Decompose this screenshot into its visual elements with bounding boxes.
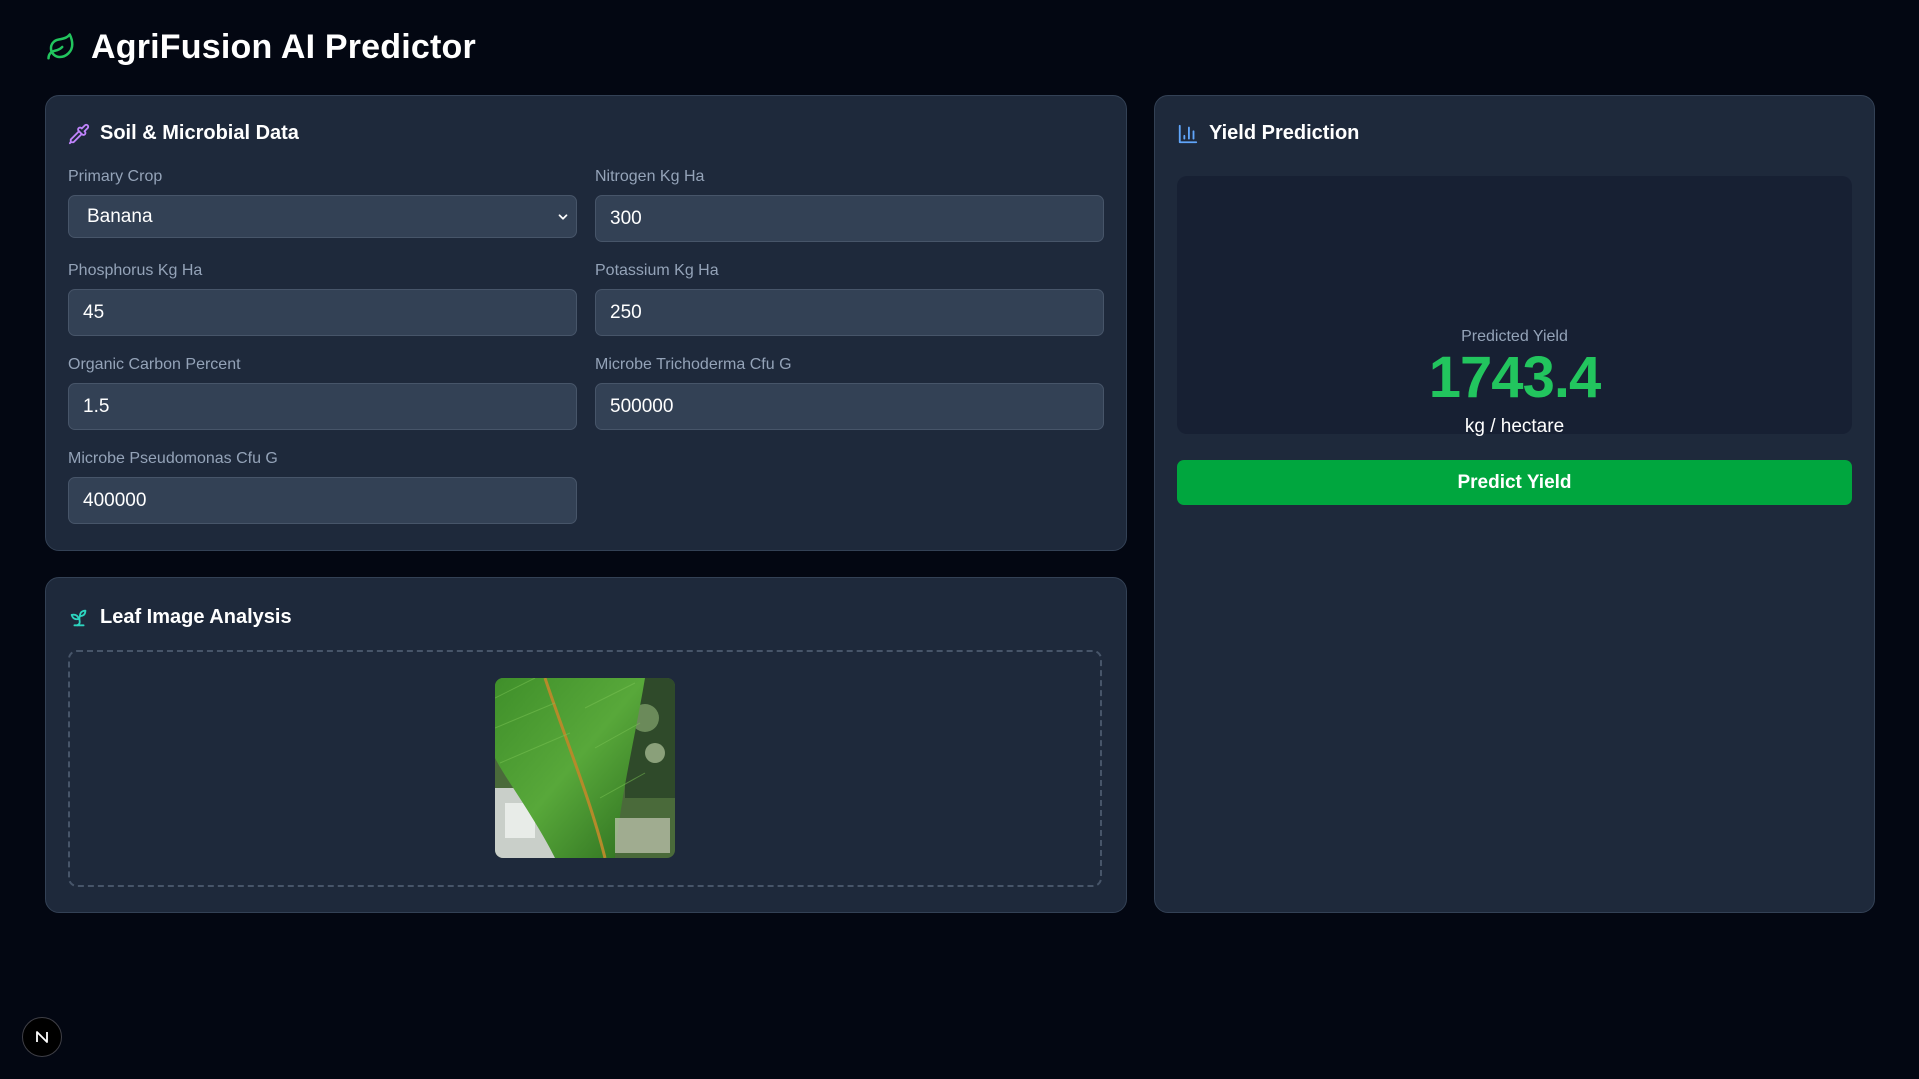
organic-carbon-input[interactable]: 1.5 [68,383,577,430]
organic-carbon-label: Organic Carbon Percent [68,356,241,373]
potassium-field: Potassium Kg Ha 250 [595,262,1104,336]
organic-carbon-field: Organic Carbon Percent 1.5 [68,356,577,430]
primary-crop-select[interactable]: Banana [68,195,577,238]
potassium-input[interactable]: 250 [595,289,1104,336]
pseudomonas-input[interactable]: 400000 [68,477,577,524]
leaf-analysis-card: Leaf Image Analysis [45,577,1127,913]
pipette-icon [68,123,90,145]
soil-card-header: Soil & Microbial Data [68,122,299,145]
yield-result-panel: Predicted Yield 1743.4 kg / hectare [1177,176,1852,437]
app-root: AgriFusion AI Predictor Soil & Microbial… [0,0,1919,1079]
pseudomonas-field: Microbe Pseudomonas Cfu G 400000 [68,450,577,524]
yield-card-title: Yield Prediction [1209,122,1360,144]
potassium-label: Potassium Kg Ha [595,262,719,279]
nitrogen-label: Nitrogen Kg Ha [595,168,705,185]
primary-crop-field: Primary Crop Banana [68,168,577,238]
primary-crop-label: Primary Crop [68,168,163,185]
trichoderma-label: Microbe Trichoderma Cfu G [595,356,792,373]
soil-data-card: Soil & Microbial Data Primary Crop Banan… [45,95,1127,551]
predicted-yield-caption: Predicted Yield [1461,328,1568,345]
predict-yield-button[interactable]: Predict Yield [1177,460,1852,505]
primary-crop-value: Banana [87,205,153,227]
soil-card-title: Soil & Microbial Data [100,122,299,144]
next-logo-icon [36,1031,48,1043]
nitrogen-field: Nitrogen Kg Ha 300 [595,168,1104,242]
leaf-icon [45,31,77,63]
leaf-image-preview [495,678,675,858]
yield-prediction-card: Yield Prediction Predicted Yield 1743.4 … [1154,95,1875,913]
sprout-icon [68,607,90,629]
leaf-card-title: Leaf Image Analysis [100,606,292,628]
trichoderma-input[interactable]: 500000 [595,383,1104,430]
predicted-yield-value: 1743.4 [1428,345,1601,410]
phosphorus-input[interactable]: 45 [68,289,577,336]
app-title: AgriFusion AI Predictor [91,27,476,66]
chevron-down-icon [556,210,570,224]
phosphorus-field: Phosphorus Kg Ha 45 [68,262,577,336]
image-dropzone[interactable] [68,650,1102,887]
predicted-yield-unit: kg / hectare [1464,416,1565,437]
next-dev-badge[interactable] [22,1017,62,1057]
bar-chart-icon [1177,123,1199,145]
nitrogen-input[interactable]: 300 [595,195,1104,242]
app-header: AgriFusion AI Predictor [45,22,476,72]
leaf-card-header: Leaf Image Analysis [68,606,292,629]
yield-card-header: Yield Prediction [1177,122,1359,145]
phosphorus-label: Phosphorus Kg Ha [68,262,203,279]
pseudomonas-label: Microbe Pseudomonas Cfu G [68,450,278,467]
trichoderma-field: Microbe Trichoderma Cfu G 500000 [595,356,1104,430]
